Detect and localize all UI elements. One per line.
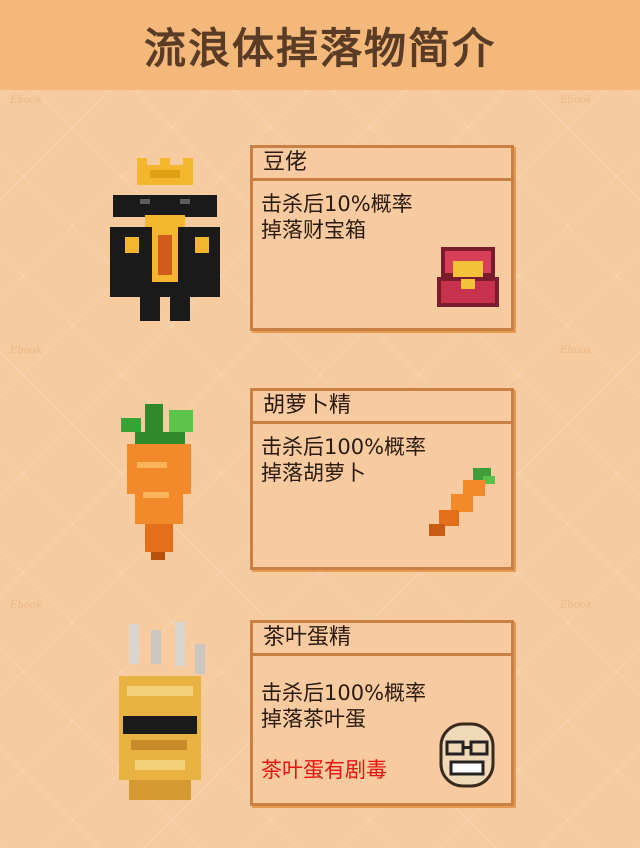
watermark: Ebook [560, 600, 592, 611]
bean-boss-sprite [110, 158, 220, 321]
page-title: 流浪体掉落物简介 [143, 23, 496, 73]
card-body: 击杀后100%概率 掉落茶叶蛋 茶叶蛋有剧毒 [253, 656, 511, 788]
monster-card: 豆佬 击杀后10%概率 掉落财宝箱 [250, 145, 514, 331]
drop-rate-text: 击杀后100%概率 [261, 681, 427, 705]
monster-name: 茶叶蛋精 [253, 623, 511, 656]
monster-name: 豆佬 [253, 148, 511, 181]
watermark: Ebook [560, 345, 592, 356]
page-header: 流浪体掉落物简介 [0, 0, 640, 90]
monster-name: 胡萝卜精 [253, 391, 511, 424]
watermark: Ebook [10, 600, 42, 611]
tea-egg-spirit-sprite [119, 622, 205, 800]
drop-rate-text: 击杀后10%概率 [261, 192, 413, 216]
watermark: Ebook [560, 95, 592, 106]
watermark: Ebook [10, 345, 42, 356]
card-body: 击杀后100%概率 掉落胡萝卜 [253, 424, 511, 536]
drop-rate-text: 击杀后100%概率 [261, 435, 427, 459]
monster-card: 茶叶蛋精 击杀后100%概率 掉落茶叶蛋 茶叶蛋有剧毒 [250, 620, 514, 806]
card-body: 击杀后10%概率 掉落财宝箱 [253, 181, 511, 307]
monster-card: 胡萝卜精 击杀后100%概率 掉落胡萝卜 [250, 388, 514, 570]
grinning-egg-face-icon [439, 722, 495, 788]
carrot-icon [429, 468, 495, 536]
carrot-spirit-sprite [121, 404, 193, 560]
watermark: Ebook [10, 95, 42, 106]
drop-item-text: 掉落财宝箱 [261, 218, 366, 242]
treasure-chest-icon [437, 247, 499, 307]
poison-warning: 茶叶蛋有剧毒 [261, 758, 387, 782]
